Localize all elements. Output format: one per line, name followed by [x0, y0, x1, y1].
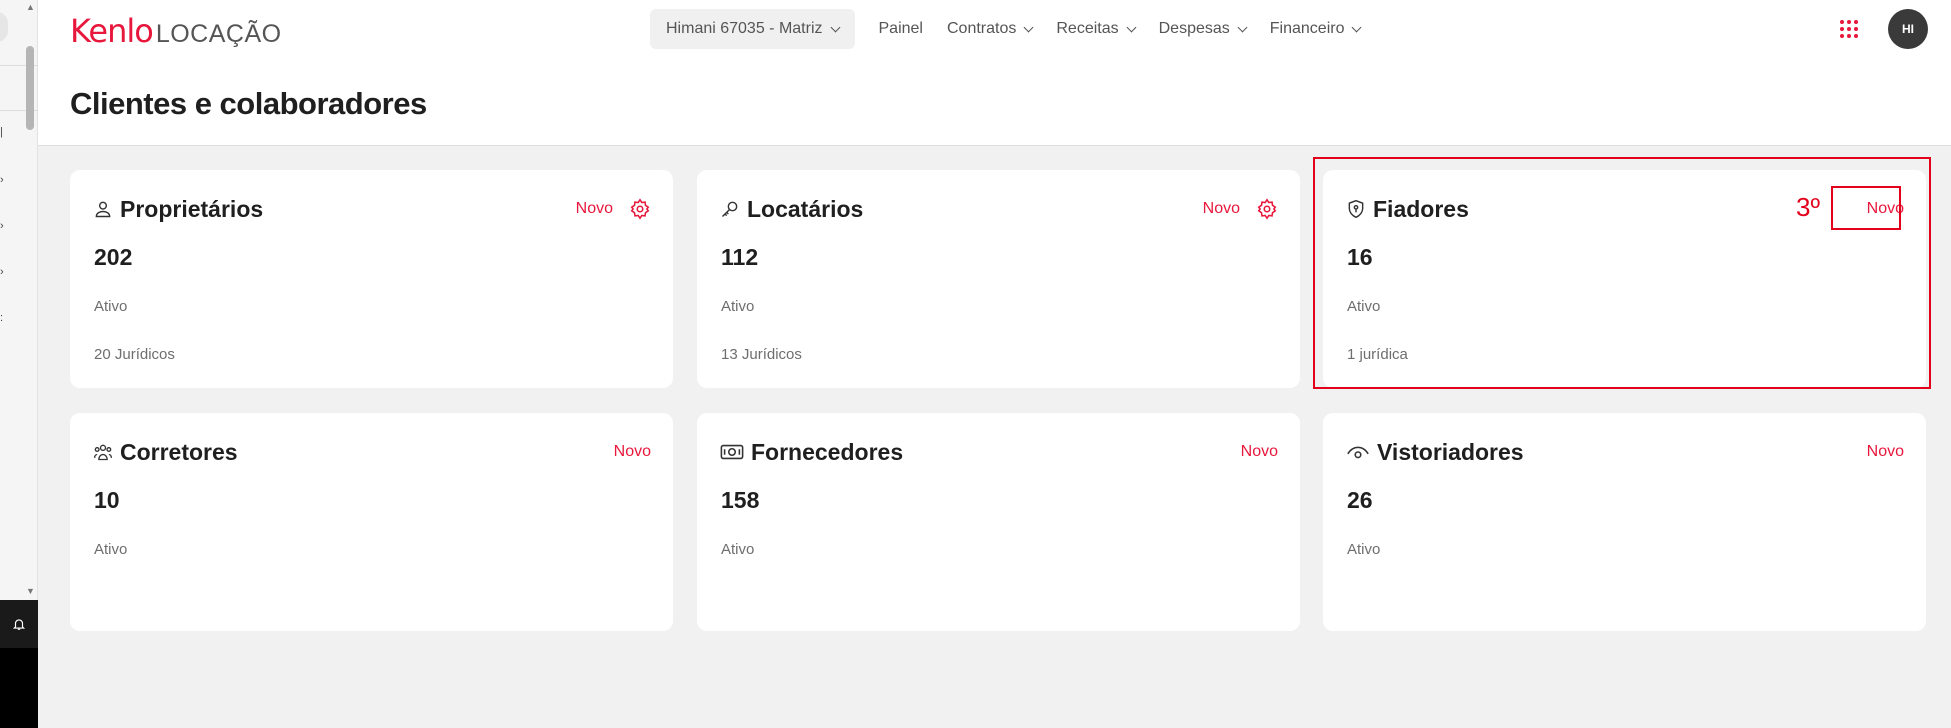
novo-button[interactable]: Novo: [1867, 443, 1904, 461]
eye-icon: [1345, 441, 1371, 463]
sidebar-collapse-handle[interactable]: [0, 12, 8, 42]
apps-grid-icon[interactable]: [1840, 20, 1858, 38]
person-icon: [92, 198, 114, 220]
group-icon: [92, 441, 114, 463]
chevron-down-icon: [1237, 22, 1248, 32]
card-count: 202: [94, 244, 133, 270]
gear-icon[interactable]: [1256, 198, 1278, 220]
sidebar-item[interactable]: ›: [0, 221, 6, 232]
card-proprietarios[interactable]: Proprietários Novo 202 Ativo 20 Jurídico…: [70, 170, 673, 388]
nav-item-financeiro[interactable]: Financeiro: [1269, 9, 1362, 49]
nav-item-label: Painel: [878, 20, 923, 37]
sidebar-item[interactable]: ›: [0, 175, 6, 186]
card-corretores[interactable]: Corretores Novo 10 Ativo: [70, 413, 673, 631]
bell-icon: [12, 619, 26, 630]
chevron-down-icon: [1023, 22, 1034, 32]
card-subtext: 13 Jurídicos: [721, 346, 802, 363]
card-title: Vistoriadores: [1377, 438, 1524, 465]
card-title: Corretores: [120, 438, 238, 465]
nav-item-label: Financeiro: [1269, 20, 1345, 37]
nav-item-contratos[interactable]: Contratos: [946, 9, 1034, 49]
notifications-button[interactable]: [0, 600, 38, 648]
header: Kenlo LOCAÇÃO Himani 67035 - Matriz Pain…: [38, 0, 1951, 146]
main-nav: Himani 67035 - Matriz Painel Contratos R…: [650, 9, 1362, 49]
key-icon: [719, 198, 741, 220]
chevron-down-icon: [1126, 22, 1137, 32]
app-logo[interactable]: Kenlo LOCAÇÃO: [70, 12, 282, 50]
logo-brand: Kenlo: [70, 12, 154, 50]
card-fornecedores[interactable]: Fornecedores Novo 158 Ativo: [697, 413, 1300, 631]
annotation-step-label: 3º: [1796, 192, 1820, 222]
card-count: 158: [721, 487, 760, 513]
nav-item-receitas[interactable]: Receitas: [1056, 9, 1137, 49]
chevron-down-icon: [830, 22, 840, 32]
chevron-down-icon: [1352, 22, 1362, 32]
sidebar-item[interactable]: |: [0, 127, 6, 138]
avatar[interactable]: HI: [1888, 9, 1928, 49]
card-title: Fornecedores: [751, 438, 904, 465]
card-subtext: 20 Jurídicos: [94, 346, 175, 363]
card-count: 112: [721, 244, 759, 270]
nav-item-despesas[interactable]: Despesas: [1158, 9, 1248, 49]
gear-icon[interactable]: [629, 198, 651, 220]
scroll-up-arrow[interactable]: ▲: [26, 2, 35, 12]
nav-item-painel[interactable]: Painel: [879, 9, 923, 49]
card-status: Ativo: [721, 298, 755, 315]
card-count: 10: [94, 487, 120, 513]
account-selector[interactable]: Himani 67035 - Matriz: [650, 9, 855, 49]
money-icon: [719, 441, 745, 463]
sidebar-item[interactable]: :: [0, 313, 6, 324]
nav-item-label: Contratos: [946, 20, 1017, 37]
logo-product: LOCAÇÃO: [155, 20, 282, 48]
nav-item-label: Despesas: [1158, 20, 1230, 37]
scroll-down-arrow[interactable]: ▼: [26, 586, 35, 596]
card-locatarios[interactable]: Locatários Novo 112 Ativo 13 Jurídicos: [697, 170, 1300, 388]
card-count: 26: [1347, 487, 1373, 513]
card-status: Ativo: [721, 541, 755, 558]
novo-button[interactable]: Novo: [614, 443, 651, 461]
novo-button[interactable]: Novo: [1203, 200, 1240, 218]
annotation-novo-box: [1831, 186, 1901, 230]
card-status: Ativo: [94, 298, 128, 315]
sidebar-item[interactable]: ›: [0, 267, 6, 278]
novo-button[interactable]: Novo: [1241, 443, 1278, 461]
card-vistoriadores[interactable]: Vistoriadores Novo 26 Ativo: [1323, 413, 1926, 631]
nav-item-label: Receitas: [1056, 20, 1119, 37]
novo-button[interactable]: Novo: [576, 200, 613, 218]
page-title: Clientes e colaboradores: [70, 86, 427, 121]
card-title: Proprietários: [120, 195, 264, 222]
scrollbar-thumb[interactable]: [26, 46, 34, 130]
card-title: Locatários: [747, 195, 864, 222]
card-status: Ativo: [94, 541, 128, 558]
card-status: Ativo: [1347, 541, 1381, 558]
account-selector-label: Himani 67035 - Matriz: [666, 20, 823, 37]
